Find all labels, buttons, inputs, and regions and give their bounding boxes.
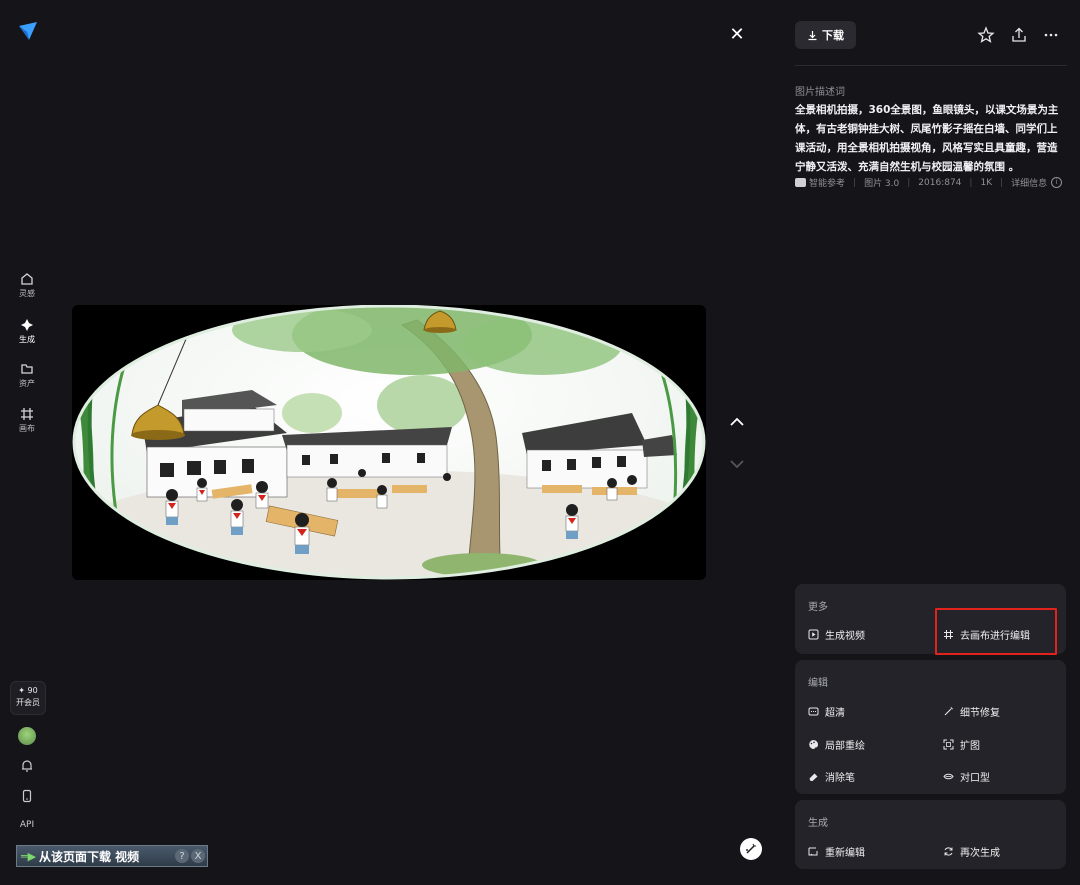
highlight-annotation xyxy=(935,608,1057,655)
sidebar-item-assets[interactable]: 资产 xyxy=(0,362,54,389)
action-label: 扩图 xyxy=(960,741,980,752)
star-icon[interactable] xyxy=(977,26,995,44)
generated-image[interactable] xyxy=(72,305,706,580)
re-edit-button[interactable]: 重新编辑 xyxy=(808,844,865,859)
right-panel: 下载 图片描述词 全景相机拍摄，360全景图，鱼眼镜头，以课文场景为主体，有古老… xyxy=(795,0,1067,885)
lip-sync-button[interactable]: 对口型 xyxy=(943,769,990,784)
outpaint-button[interactable]: 扩图 xyxy=(943,737,980,752)
chevron-down-icon[interactable] xyxy=(728,455,746,473)
fisheye-schoolyard-illustration xyxy=(72,305,706,580)
banner-text: 从该页面下载 视频 xyxy=(39,849,140,864)
play-video-icon xyxy=(808,629,819,640)
inpaint-button[interactable]: 局部重绘 xyxy=(808,737,865,752)
sidebar-item-label: 生成 xyxy=(19,335,35,344)
points-count: ✦ 90 xyxy=(18,686,38,695)
edit-section-title: 编辑 xyxy=(808,678,828,689)
sidebar-item-generate[interactable]: 生成 xyxy=(0,318,54,345)
vip-label: 开会员 xyxy=(16,698,40,707)
download-icon xyxy=(808,30,817,40)
hd-icon xyxy=(808,707,819,716)
avatar[interactable] xyxy=(18,727,36,745)
magic-edit-button[interactable] xyxy=(740,838,762,860)
generate-section-title: 生成 xyxy=(808,818,828,829)
play-icon: ═▶ xyxy=(21,849,37,863)
more-section-title: 更多 xyxy=(808,602,828,613)
video-download-banner[interactable]: ═▶ 从该页面下载 视频 ? X xyxy=(16,845,208,867)
eraser-button[interactable]: 消除笔 xyxy=(808,769,855,784)
regenerate-icon xyxy=(944,847,953,856)
app-logo-icon[interactable] xyxy=(17,20,39,42)
detail-repair-button[interactable]: 细节修复 xyxy=(943,704,1000,719)
left-sidebar: 灵感 生成 资产 画布 ✦ 90 开会员 API xyxy=(0,0,54,885)
folder-icon xyxy=(21,364,33,374)
sidebar-item-label: 画布 xyxy=(19,424,35,433)
generate-video-button[interactable]: 生成视频 xyxy=(808,627,865,642)
description-title: 图片描述词 xyxy=(795,87,845,98)
sidebar-item-label: 灵感 xyxy=(19,289,35,298)
upscale-button[interactable]: 超清 xyxy=(808,704,845,719)
action-label: 细节修复 xyxy=(960,708,1000,719)
palette-icon xyxy=(809,740,818,750)
vip-badge[interactable]: ✦ 90 开会员 xyxy=(10,681,46,715)
more-options-icon[interactable] xyxy=(1042,26,1060,44)
meta-model: 图片 3.0 xyxy=(864,179,900,189)
meta-ratio: 2016:874 xyxy=(918,177,962,188)
mobile-icon[interactable] xyxy=(20,789,34,803)
close-viewer-button[interactable]: ✕ xyxy=(727,25,747,45)
sidebar-item-canvas[interactable]: 画布 xyxy=(0,407,54,434)
close-icon[interactable]: X xyxy=(191,849,205,863)
api-link[interactable]: API xyxy=(0,820,54,830)
download-button[interactable]: 下载 xyxy=(795,21,856,49)
prompt-description: 全景相机拍摄，360全景图，鱼眼镜头，以课文场景为主体，有古老铜钟挂大树、凤尾竹… xyxy=(795,104,1059,173)
help-icon[interactable]: ? xyxy=(175,849,189,863)
canvas-icon xyxy=(21,408,33,420)
download-label: 下载 xyxy=(822,29,844,42)
image-meta-row: 智能参考 | 图片 3.0 | 2016:874 | 1K | 详细信息 i xyxy=(795,176,1067,189)
sidebar-item-inspiration[interactable]: 灵感 xyxy=(0,272,54,299)
magic-wand-icon xyxy=(944,706,954,716)
bell-icon[interactable] xyxy=(20,759,34,773)
magic-wand-icon xyxy=(746,843,756,854)
meta-resolution: 1K xyxy=(980,177,993,188)
sparkle-icon xyxy=(21,319,33,331)
action-label: 再次生成 xyxy=(960,848,1000,859)
lip-sync-icon xyxy=(943,773,954,780)
action-label: 生成视频 xyxy=(825,631,865,642)
details-link[interactable]: 详细信息 xyxy=(1011,176,1047,189)
home-icon xyxy=(21,273,33,285)
edit-section: 编辑 超清 细节修复 局部重绘 扩图 消除笔 对口型 xyxy=(795,660,1066,794)
edit-icon xyxy=(808,847,818,856)
reference-icon xyxy=(795,178,806,187)
expand-icon xyxy=(943,739,954,750)
divider xyxy=(795,65,1067,66)
action-label: 重新编辑 xyxy=(825,848,865,859)
action-label: 超清 xyxy=(825,708,845,719)
action-label: 局部重绘 xyxy=(825,741,865,752)
eraser-icon xyxy=(809,773,818,781)
generate-section: 生成 重新编辑 再次生成 xyxy=(795,800,1066,869)
info-icon[interactable]: i xyxy=(1051,177,1063,188)
sidebar-item-label: 资产 xyxy=(19,379,35,388)
regenerate-button[interactable]: 再次生成 xyxy=(943,844,1000,859)
chevron-up-icon[interactable] xyxy=(728,413,746,431)
action-label: 消除笔 xyxy=(825,773,855,784)
more-section: 更多 生成视频 去画布进行编辑 xyxy=(795,584,1066,655)
share-icon[interactable] xyxy=(1010,26,1028,44)
meta-source: 智能参考 xyxy=(809,179,846,189)
action-label: 对口型 xyxy=(960,773,990,784)
